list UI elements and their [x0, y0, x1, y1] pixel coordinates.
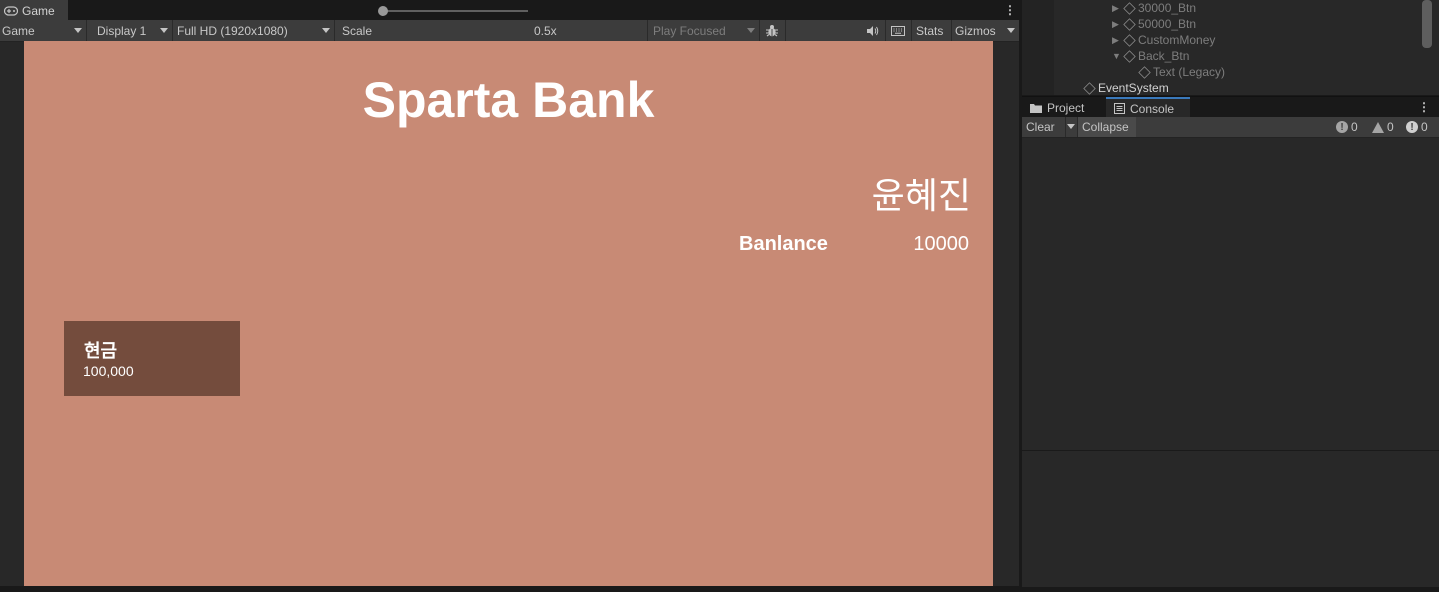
clear-label: Clear	[1026, 120, 1055, 134]
console-icon	[1114, 103, 1125, 114]
bug-icon	[766, 24, 778, 36]
stats-button[interactable]: Stats	[912, 20, 952, 41]
hierarchy-item-label: Back_Btn	[1138, 49, 1190, 63]
console-more-icon[interactable]: ⋮	[1418, 101, 1430, 113]
chevron-down-icon	[74, 28, 82, 33]
tab-game-label: Game	[22, 4, 55, 18]
game-viewport: Sparta Bank 윤혜진 Banlance 10000 현금 100,00…	[24, 41, 993, 586]
gameobject-cube-icon	[1138, 65, 1151, 79]
gizmos-dropdown[interactable]: Gizmos	[952, 20, 1019, 41]
chevron-down-icon	[1007, 28, 1015, 33]
collapse-label: Collapse	[1082, 120, 1129, 134]
keyboard-icon	[891, 25, 905, 36]
error-count: 0	[1421, 120, 1428, 134]
warning-icon	[1372, 121, 1384, 133]
mute-audio-button[interactable]	[861, 20, 886, 41]
bug-button[interactable]	[760, 20, 786, 41]
hierarchy-item-text-legacy[interactable]: Text (Legacy)	[1138, 64, 1226, 80]
collapse-toggle[interactable]: Collapse	[1078, 117, 1136, 137]
console-toolbar: Clear Collapse ! 0 0 ! 0	[1022, 117, 1439, 138]
scale-slider-handle[interactable]	[378, 6, 388, 16]
display-dropdown[interactable]: Display 1	[87, 20, 173, 41]
game-toolbar: Game Display 1 Full HD (1920x1080) Scale…	[0, 20, 1019, 42]
console-detail-area[interactable]	[1022, 450, 1439, 587]
gameobject-cube-icon	[1123, 1, 1136, 15]
warning-count: 0	[1387, 120, 1394, 134]
collapse-arrow-icon[interactable]: ▼	[1112, 51, 1121, 61]
game-mode-label: Game	[2, 23, 35, 38]
user-name: 윤혜진	[871, 175, 971, 216]
hierarchy-item-label: CustomMoney	[1138, 33, 1216, 47]
expand-arrow-icon[interactable]: ▶	[1112, 3, 1121, 14]
info-icon: !	[1336, 121, 1348, 133]
chevron-down-icon	[747, 28, 755, 33]
hierarchy-item-back-btn[interactable]: ▼ Back_Btn	[1112, 48, 1189, 64]
scale-value: 0.5x	[530, 20, 648, 41]
error-icon: !	[1406, 121, 1418, 133]
bank-title: Sparta Bank	[362, 72, 655, 128]
warning-count-toggle[interactable]: 0	[1372, 117, 1404, 137]
clear-button[interactable]: Clear	[1022, 117, 1066, 137]
speaker-icon	[867, 25, 879, 36]
hierarchy-item-label: EventSystem	[1098, 81, 1169, 95]
folder-icon	[1030, 103, 1042, 113]
expand-arrow-icon[interactable]: ▶	[1112, 35, 1121, 46]
console-tab-bar: Project Console ⋮	[1022, 96, 1439, 118]
hierarchy-item-label: 50000_Btn	[1138, 17, 1197, 31]
tab-project-label: Project	[1047, 100, 1085, 115]
tab-console[interactable]: Console	[1106, 97, 1190, 118]
expand-arrow-icon[interactable]: ▶	[1112, 19, 1121, 30]
gameobject-cube-icon	[1123, 17, 1136, 31]
hierarchy-panel: ▶ 30000_Btn ▶ 50000_Btn ▶ CustomMoney ▼ …	[1022, 0, 1439, 95]
hierarchy-item-event-system[interactable]: EventSystem	[1083, 80, 1169, 96]
cash-value: 100,000	[83, 363, 134, 379]
hierarchy-item-50000-btn[interactable]: ▶ 50000_Btn	[1112, 16, 1196, 32]
scale-label-text: Scale	[342, 23, 373, 38]
scale-label: Scale	[340, 20, 380, 41]
hierarchy-item-custom-money[interactable]: ▶ CustomMoney	[1112, 32, 1215, 48]
game-more-icon[interactable]: ⋮	[1004, 4, 1016, 16]
balance-label: Banlance	[739, 233, 828, 255]
clear-options-dropdown[interactable]	[1066, 117, 1078, 137]
resolution-label: Full HD (1920x1080)	[177, 23, 288, 38]
display-label: Display 1	[97, 23, 147, 38]
tab-project[interactable]: Project	[1022, 97, 1106, 118]
log-count-toggle[interactable]: ! 0	[1336, 117, 1368, 137]
game-mode-dropdown[interactable]: Game	[0, 20, 87, 41]
stats-label: Stats	[916, 23, 944, 38]
gameobject-cube-icon	[1123, 49, 1136, 63]
play-mode-dropdown[interactable]: Play Focused	[648, 20, 760, 41]
hierarchy-scrollbar[interactable]	[1422, 0, 1432, 48]
console-log-list[interactable]	[1022, 138, 1439, 450]
cash-card: 현금 100,000	[64, 321, 240, 396]
hierarchy-item-30000-btn[interactable]: ▶ 30000_Btn	[1112, 0, 1196, 16]
play-mode-label: Play Focused	[653, 23, 726, 38]
gameobject-cube-icon	[1123, 33, 1136, 47]
resolution-dropdown[interactable]: Full HD (1920x1080)	[173, 20, 335, 41]
gizmos-label: Gizmos	[955, 23, 996, 38]
hierarchy-gutter	[1022, 0, 1054, 95]
chevron-down-icon	[160, 28, 168, 33]
error-count-toggle[interactable]: ! 0	[1406, 117, 1438, 137]
scale-slider-track[interactable]	[383, 10, 528, 12]
cash-label: 현금	[84, 341, 118, 361]
scale-value-text: 0.5x	[534, 23, 557, 38]
tab-console-label: Console	[1130, 101, 1175, 116]
tab-game[interactable]: Game	[0, 0, 68, 20]
log-count: 0	[1351, 120, 1358, 134]
gamepad-icon	[4, 6, 18, 16]
gameobject-cube-icon	[1083, 81, 1096, 95]
balance-value: 10000	[913, 233, 969, 255]
shortcuts-button[interactable]	[886, 20, 912, 41]
hierarchy-item-label: 30000_Btn	[1138, 1, 1197, 15]
chevron-down-icon	[1067, 124, 1075, 129]
hierarchy-item-label: Text (Legacy)	[1153, 65, 1226, 79]
chevron-down-icon	[322, 28, 330, 33]
